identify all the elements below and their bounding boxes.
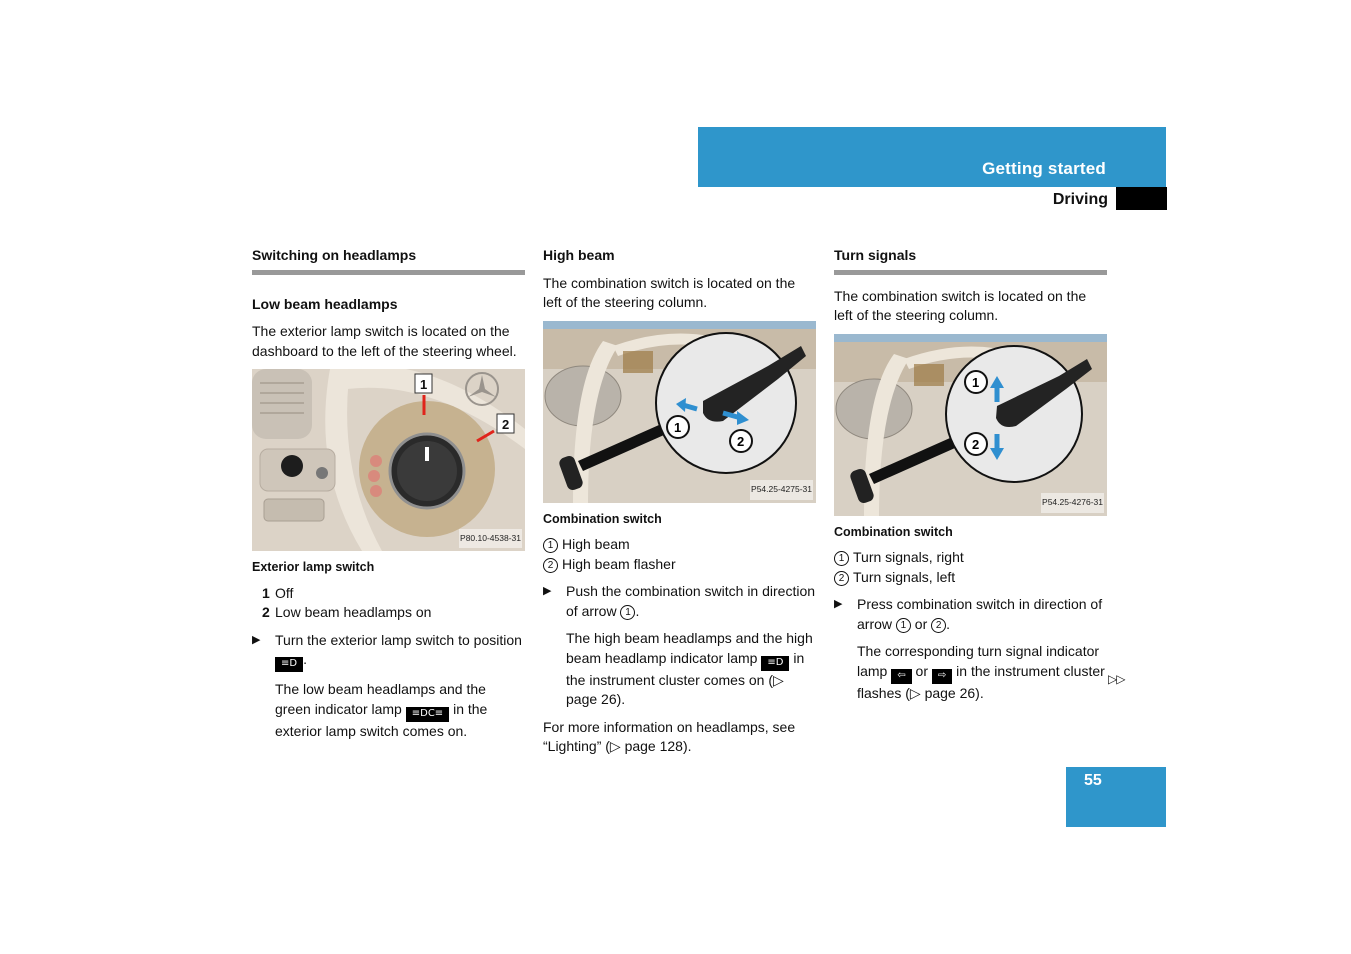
section-title: Getting started (982, 159, 1106, 178)
circled-number: 1 (834, 551, 849, 566)
result-text: The corresponding turn signal indicator … (857, 643, 1105, 701)
continued-marker: ▷▷ (1108, 672, 1125, 686)
legend-list: 1 Turn signals, right 2 Turn signals, left (834, 548, 1107, 587)
subsection-title: Driving (1052, 191, 1108, 208)
exterior-lamp-switch-illustration: 1 2 (252, 369, 525, 551)
circled-number: 2 (931, 617, 947, 633)
combination-switch-illustration: 1 2 (543, 320, 816, 503)
legend-item: 1 Turn signals, right (834, 548, 1107, 568)
intro-text: The combination switch is located on the… (834, 287, 1087, 324)
page-number-box: 55 (1066, 767, 1166, 827)
instruction-step: ▶ Press combination switch in direction … (834, 596, 1103, 633)
callout-1: 1 (972, 375, 979, 390)
more-info-text: For more information on headlamps, see “… (543, 718, 796, 755)
left-turn-arrow-icon: ⇦ (891, 668, 912, 684)
legend-item: 1 Off (262, 584, 294, 601)
heading-high-beam: High beam (543, 247, 615, 263)
figure-code: P54.25-4275-31 (750, 480, 813, 500)
bullet-triangle-icon: ▶ (834, 598, 843, 610)
legend-item: 2 Low beam headlamps on (262, 604, 432, 620)
column-turn-signals: Turn signals The combination switch is l… (834, 244, 1107, 703)
callout-1: 1 (674, 420, 681, 435)
figure-combination-switch-high-beam: 1 2 P54.25-4275-31 (543, 320, 816, 503)
column-headlamps: Switching on headlamps Low beam headlamp… (252, 244, 525, 741)
intro-text: The exterior lamp switch is located on t… (252, 323, 517, 359)
bullet-triangle-icon: ▶ (252, 633, 261, 646)
figure-exterior-lamp-switch: 1 2 P80.10-4538-31 (252, 369, 525, 551)
callout-2: 2 (502, 417, 509, 432)
right-turn-arrow-icon: ⇨ (931, 668, 953, 684)
legend-list: 1 High beam 2 High beam flasher (543, 535, 816, 574)
page-number: 55 (1084, 772, 1102, 789)
legend-list: 1 Off 2 Low beam headlamps on (252, 584, 525, 623)
high-beam-symbol-icon: ≡D (761, 655, 790, 671)
heading-switching-on-headlamps: Switching on headlamps (252, 246, 525, 275)
figure-caption: Combination switch (543, 511, 662, 526)
legend-item: 2 High beam flasher (543, 555, 816, 575)
figure-caption: Combination switch (834, 524, 953, 539)
instruction-step: ▶ Turn the exterior lamp switch to posit… (252, 631, 525, 672)
low-beam-symbol-icon: ≡D (275, 657, 304, 672)
parking-lamp-symbol-icon: ≡DC≡ (405, 706, 450, 722)
combination-switch-illustration: 1 2 (834, 333, 1107, 516)
callout-1: 1 (420, 377, 427, 392)
column-high-beam: High beam The combination switch is loca… (543, 244, 816, 757)
circled-number: 1 (895, 617, 911, 633)
circled-number: 1 (543, 538, 558, 553)
figure-combination-switch-turn-signals: 1 2 P54.25-4276-31 (834, 333, 1107, 516)
instruction-step: ▶ Push the combination switch in directi… (543, 583, 816, 620)
result-text: The low beam headlamps and the green ind… (275, 681, 488, 739)
circled-number: 2 (543, 557, 558, 573)
figure-code: P80.10-4538-31 (459, 528, 522, 548)
legend-item: 1 High beam (543, 535, 816, 555)
legend-item: 2 Turn signals, left (834, 568, 1107, 588)
figure-caption: Exterior lamp switch (252, 560, 375, 574)
heading-turn-signals: Turn signals (834, 246, 1107, 275)
subheading-low-beam: Low beam headlamps (252, 295, 398, 312)
figure-code: P54.25-4276-31 (1041, 493, 1104, 513)
bullet-triangle-icon: ▶ (543, 585, 552, 597)
circled-number: 2 (834, 570, 849, 586)
circled-number: 1 (620, 604, 636, 620)
result-text: The high beam headlamps and the high bea… (566, 630, 813, 707)
section-header-band: Getting started (698, 127, 1166, 187)
callout-2: 2 (972, 437, 979, 452)
intro-text: The combination switch is located on the… (543, 274, 796, 311)
callout-2: 2 (737, 434, 744, 449)
thumb-tab-marker (1116, 187, 1167, 210)
